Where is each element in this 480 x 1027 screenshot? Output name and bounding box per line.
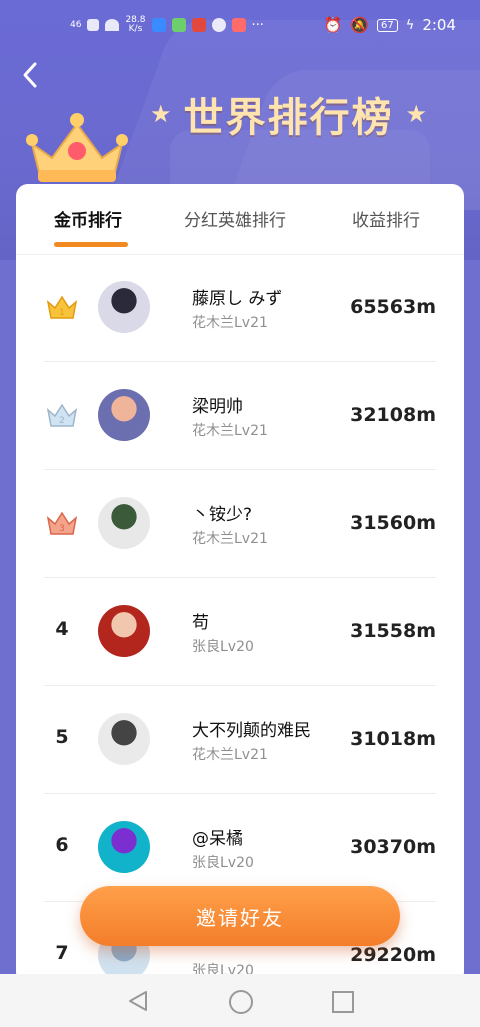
crown-icon xyxy=(26,113,128,182)
title-area: ★ 世界排行榜 ★ xyxy=(150,84,427,144)
ranking-row[interactable]: 4 苟张良Lv20 31558m xyxy=(44,578,436,686)
ranking-row[interactable]: 1 藤原し みず花木兰Lv21 65563m xyxy=(44,254,436,362)
user-level: 张良Lv20 xyxy=(192,855,254,871)
app-notif-icon xyxy=(151,18,166,32)
avatar[interactable] xyxy=(98,605,150,657)
star-icon: ★ xyxy=(405,100,428,128)
avatar[interactable] xyxy=(98,821,150,873)
tab-bar: 金币排行 分红英雄排行 收益排行 xyxy=(16,184,464,255)
mute-icon: 🔕 xyxy=(350,16,369,34)
score-value: 31018m xyxy=(350,728,436,750)
battery-indicator: 67 xyxy=(377,18,398,32)
score-value: 31560m xyxy=(350,512,436,534)
score-value: 65563m xyxy=(350,296,436,318)
nav-back-icon[interactable] xyxy=(128,990,148,1012)
user-name: 大不列颠的难民 xyxy=(192,721,311,741)
score-value: 31558m xyxy=(350,620,436,642)
net-speed: 28.8 K/s xyxy=(125,15,146,34)
user-name: @呆橘 xyxy=(192,829,243,849)
svg-text:3: 3 xyxy=(59,524,65,534)
nav-home-icon[interactable] xyxy=(229,990,253,1014)
back-arrow-icon xyxy=(23,62,37,88)
user-name: 丶铵少? xyxy=(192,505,253,525)
user-name: 藤原し みず xyxy=(192,289,283,309)
rank-number: 6 xyxy=(55,834,69,856)
rank-number: 7 xyxy=(55,942,69,964)
ranking-row[interactable]: 5 大不列颠的难民花木兰Lv21 31018m xyxy=(44,686,436,794)
charging-icon: ϟ xyxy=(405,17,415,33)
user-level: 花木兰Lv21 xyxy=(192,747,268,763)
alarm-icon: ⏰ xyxy=(323,16,343,34)
score-value: 32108m xyxy=(350,404,436,426)
back-button[interactable] xyxy=(20,60,46,90)
avatar[interactable] xyxy=(98,389,150,441)
ranking-row[interactable]: 3 丶铵少? 花木兰Lv21 31560m xyxy=(44,470,436,578)
silver-crown-icon: 2 xyxy=(46,402,78,430)
tab-earnings-ranking[interactable]: 收益排行 xyxy=(352,206,420,231)
wifi-icon xyxy=(105,19,120,31)
avatar[interactable] xyxy=(98,281,150,333)
rank-number: 4 xyxy=(55,618,69,640)
score-value: 29220m xyxy=(350,944,436,966)
rank-number: 5 xyxy=(55,726,69,748)
chart-notif-icon xyxy=(231,18,246,32)
ranking-row[interactable]: 2 梁明帅花木兰Lv21 32108m xyxy=(44,362,436,470)
wechat-notif-icon xyxy=(211,18,226,32)
signal-icon xyxy=(87,19,100,31)
svg-text:1: 1 xyxy=(59,308,65,318)
clock: 2:04 xyxy=(422,16,456,34)
network-type: 46 xyxy=(70,20,82,30)
avatar[interactable] xyxy=(98,713,150,765)
nav-recent-icon[interactable] xyxy=(332,991,354,1013)
android-notif-icon xyxy=(171,18,186,32)
system-nav-bar xyxy=(0,974,480,1027)
more-notif-icon: ··· xyxy=(251,17,264,33)
avatar[interactable] xyxy=(98,497,150,549)
active-tab-indicator xyxy=(54,242,128,247)
ranking-card: 金币排行 分红英雄排行 收益排行 1 藤原し みず花木兰Lv21 65563m 2 梁明… xyxy=(16,184,464,984)
ranking-list: 1 藤原し みず 花木兰Lv21 65563m 2 梁明帅 花木兰Lv21 32108m 3 丶铵… xyxy=(44,254,436,984)
status-bar: 46 28.8 K/s ··· ⏰ 🔕 67 ϟ 2:04 xyxy=(0,0,480,52)
user-level: 花木兰Lv21 xyxy=(192,315,268,331)
invite-friends-button[interactable]: 邀请好友 xyxy=(80,886,400,946)
user-name: 梁明帅 xyxy=(192,397,243,417)
score-value: 30370m xyxy=(350,836,436,858)
svg-text:2: 2 xyxy=(59,416,65,426)
user-name: 苟 xyxy=(192,613,209,633)
user-level: 花木兰Lv21 xyxy=(192,423,268,439)
gold-crown-icon: 1 xyxy=(46,294,78,322)
bronze-crown-icon: 3 xyxy=(46,510,78,538)
tab-dividend-hero-ranking[interactable]: 分红英雄排行 xyxy=(184,206,286,231)
star-icon: ★ xyxy=(150,100,172,128)
user-level: 张良Lv20 xyxy=(192,639,254,655)
sale-notif-icon xyxy=(191,18,206,32)
tab-coin-ranking[interactable]: 金币排行 xyxy=(54,206,122,231)
invite-label: 邀请好友 xyxy=(196,905,284,930)
user-level: 花木兰Lv21 xyxy=(192,531,268,547)
page-title: 世界排行榜 xyxy=(183,95,394,141)
